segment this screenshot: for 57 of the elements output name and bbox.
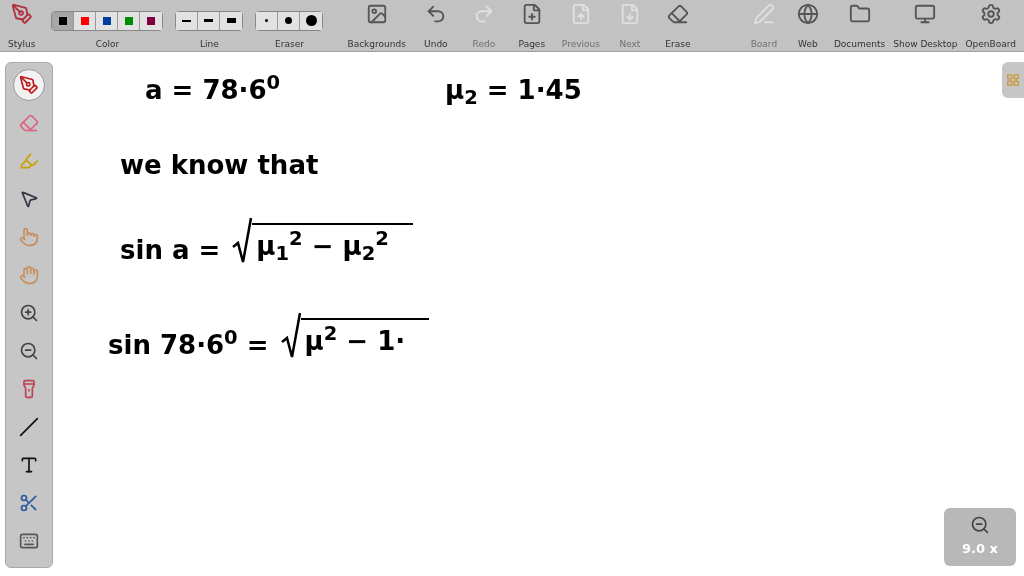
hand-icon bbox=[19, 265, 39, 285]
monitor-icon bbox=[914, 2, 937, 25]
color-button[interactable] bbox=[52, 11, 75, 30]
pen-icon bbox=[19, 75, 39, 95]
line-width-button[interactable] bbox=[220, 11, 243, 30]
eraser-icon bbox=[666, 2, 689, 25]
line-width-button[interactable] bbox=[176, 11, 199, 30]
toolbar-button[interactable]: Show Desktop bbox=[889, 2, 962, 49]
zoom-indicator: 9.0 x bbox=[944, 508, 1016, 566]
handwritten-text: a = 78·6$^{0}$ bbox=[145, 77, 281, 103]
group-label: Color bbox=[95, 39, 120, 49]
pointer-icon bbox=[19, 189, 39, 209]
handwritten-text: sin a = bbox=[120, 237, 221, 263]
zoom-out-icon bbox=[19, 341, 39, 361]
stylus-icon bbox=[10, 2, 33, 25]
toolbar-button[interactable]: Undo bbox=[413, 2, 458, 49]
toolbar-button[interactable]: Stylus bbox=[4, 2, 40, 49]
line-width-icon bbox=[204, 18, 214, 23]
settings-icon bbox=[979, 2, 1002, 25]
color-button[interactable] bbox=[140, 11, 163, 30]
line-width-icon bbox=[226, 18, 236, 23]
line-width-icon bbox=[182, 19, 192, 22]
eraser-size-icon bbox=[285, 17, 293, 24]
color-button[interactable] bbox=[118, 11, 141, 30]
eraser-size-icon bbox=[265, 19, 269, 22]
group-label: Eraser bbox=[275, 39, 304, 49]
square-root: μ$^{2}$ − 1· bbox=[280, 312, 430, 358]
line-icon bbox=[19, 417, 39, 437]
toolbar-button[interactable]: Erase bbox=[655, 2, 700, 49]
handwritten-text: we know that bbox=[120, 152, 319, 178]
hand-pointer-icon bbox=[19, 227, 39, 247]
toolbar-button[interactable]: OpenBoard bbox=[961, 2, 1020, 49]
highlighter-icon bbox=[19, 151, 39, 171]
library-toggle[interactable] bbox=[1002, 62, 1024, 98]
toolbar-button[interactable]: Documents bbox=[829, 2, 890, 49]
toolbar-button[interactable]: Pages bbox=[509, 2, 554, 49]
toolbar-button[interactable]: Web bbox=[785, 2, 830, 49]
radical-sign-icon bbox=[232, 217, 253, 263]
handwritten-text: sin 78·6$^{0}$ = bbox=[108, 332, 269, 358]
globe-icon bbox=[796, 2, 819, 25]
keyboard-icon bbox=[19, 531, 39, 551]
eraser-size-button[interactable] bbox=[278, 11, 301, 30]
eraser-icon bbox=[19, 113, 39, 133]
eraser-size-button[interactable] bbox=[300, 11, 323, 30]
folder-icon bbox=[848, 2, 871, 25]
group-label: Line bbox=[200, 39, 219, 49]
radical-sign-icon bbox=[280, 312, 301, 358]
tool-button[interactable] bbox=[13, 69, 45, 101]
line-width-button[interactable] bbox=[198, 11, 221, 30]
text-icon bbox=[19, 455, 39, 475]
zoom-in-icon bbox=[19, 303, 39, 323]
color-button[interactable] bbox=[96, 11, 119, 30]
color-button[interactable] bbox=[74, 11, 97, 30]
handwritten-text: μ$_{2}$ = 1·45 bbox=[445, 77, 582, 103]
toolbar-button[interactable]: Backgrounds bbox=[343, 2, 410, 49]
grid-icon bbox=[1006, 73, 1020, 87]
eraser-size-icon bbox=[305, 15, 317, 26]
